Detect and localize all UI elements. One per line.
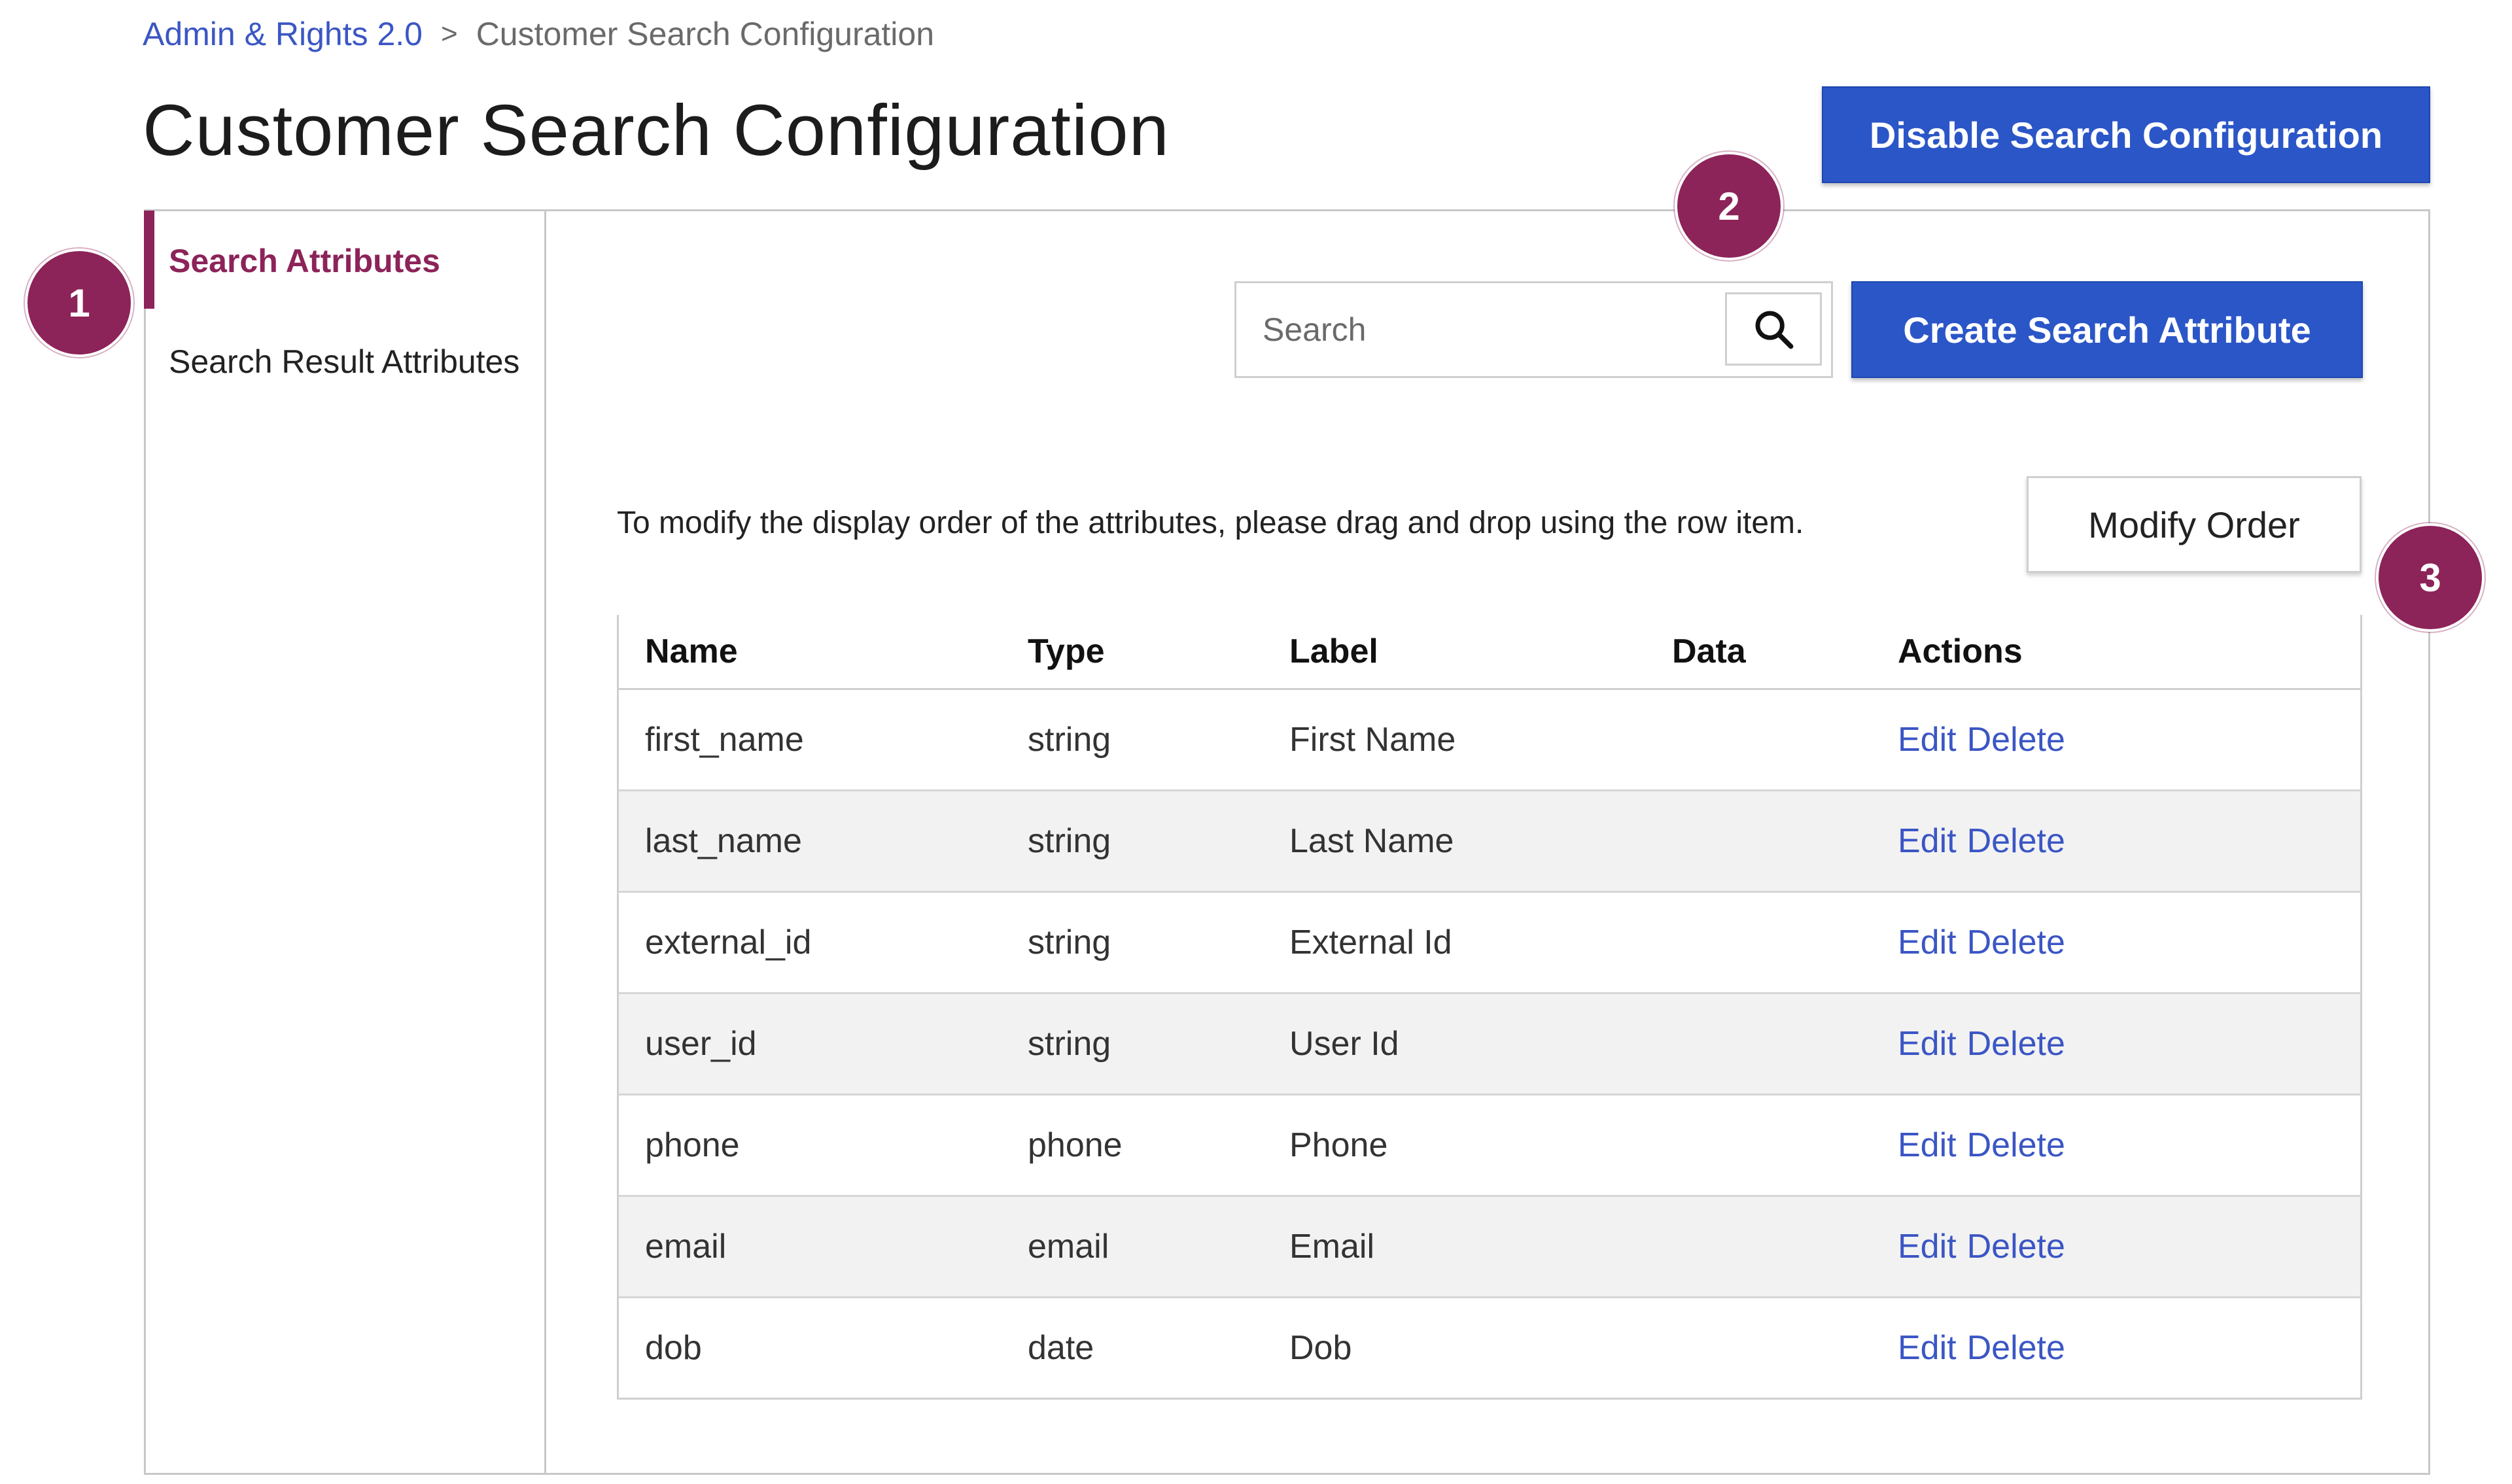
table-header-row: Name Type Label Data Actions <box>619 615 2360 690</box>
cell-name: phone <box>619 1094 1002 1196</box>
edit-link[interactable]: Edit <box>1898 1025 1957 1063</box>
table-row[interactable]: phone phone Phone Edit Delete <box>619 1094 2360 1196</box>
cell-actions: Edit Delete <box>1872 688 2360 791</box>
breadcrumb-current: Customer Search Configuration <box>476 16 935 52</box>
cell-data <box>1646 1296 1872 1398</box>
cell-data <box>1646 992 1872 1095</box>
table-row[interactable]: external_id string External Id Edit Delet… <box>619 891 2360 993</box>
annotation-badge-2: 2 <box>1675 152 1783 260</box>
table-row[interactable]: last_name string Last Name Edit Delete <box>619 789 2360 892</box>
page-title: Customer Search Configuration <box>143 90 1170 171</box>
cell-name: last_name <box>619 789 1002 892</box>
delete-link[interactable]: Delete <box>1967 923 2065 961</box>
column-header-label: Label <box>1263 615 1646 690</box>
search-field <box>1234 281 1833 378</box>
edit-link[interactable]: Edit <box>1898 1329 1957 1367</box>
delete-link[interactable]: Delete <box>1967 1025 2065 1063</box>
cell-actions: Edit Delete <box>1872 1195 2360 1298</box>
cell-data <box>1646 891 1872 993</box>
cell-label: External Id <box>1263 891 1646 993</box>
cell-type: string <box>1002 688 1263 791</box>
cell-type: string <box>1002 992 1263 1095</box>
cell-type: string <box>1002 789 1263 892</box>
search-button[interactable] <box>1725 292 1822 366</box>
sidebar-item-search-attributes[interactable]: Search Attributes <box>169 242 440 280</box>
cell-name: user_id <box>619 992 1002 1095</box>
cell-label: Dob <box>1263 1296 1646 1398</box>
cell-data <box>1646 789 1872 892</box>
column-header-name: Name <box>619 615 1002 690</box>
sidebar-active-indicator <box>144 211 154 309</box>
table-row[interactable]: email email Email Edit Delete <box>619 1195 2360 1298</box>
create-search-attribute-button[interactable]: Create Search Attribute <box>1851 281 2363 378</box>
cell-type: string <box>1002 891 1263 993</box>
column-header-data: Data <box>1646 615 1872 690</box>
cell-name: email <box>619 1195 1002 1298</box>
edit-link[interactable]: Edit <box>1898 1228 1957 1266</box>
cell-type: phone <box>1002 1094 1263 1196</box>
edit-link[interactable]: Edit <box>1898 923 1957 961</box>
delete-link[interactable]: Delete <box>1967 822 2065 860</box>
cell-label: Email <box>1263 1195 1646 1298</box>
table-row[interactable]: user_id string User Id Edit Delete <box>619 992 2360 1095</box>
cell-data <box>1646 1094 1872 1196</box>
delete-link[interactable]: Delete <box>1967 1126 2065 1164</box>
table-row[interactable]: dob date Dob Edit Delete <box>619 1296 2360 1398</box>
breadcrumb-separator-icon: > <box>440 18 458 50</box>
cell-name: first_name <box>619 688 1002 791</box>
modify-order-button[interactable]: Modify Order <box>2027 476 2362 573</box>
cell-actions: Edit Delete <box>1872 891 2360 993</box>
reorder-instruction-text: To modify the display order of the attri… <box>617 506 1804 540</box>
cell-label: Phone <box>1263 1094 1646 1196</box>
annotation-badge-3: 3 <box>2376 523 2485 632</box>
cell-type: date <box>1002 1296 1263 1398</box>
cell-actions: Edit Delete <box>1872 789 2360 892</box>
breadcrumb-link-admin-rights[interactable]: Admin & Rights 2.0 <box>143 14 423 54</box>
delete-link[interactable]: Delete <box>1967 1228 2065 1266</box>
delete-link[interactable]: Delete <box>1967 1329 2065 1367</box>
sidebar-item-search-result-attributes[interactable]: Search Result Attributes <box>169 343 519 381</box>
breadcrumb: Admin & Rights 2.0 > Customer Search Con… <box>143 14 934 54</box>
sidebar-divider <box>544 209 546 1475</box>
cell-label: User Id <box>1263 992 1646 1095</box>
cell-label: First Name <box>1263 688 1646 791</box>
disable-search-configuration-button[interactable]: Disable Search Configuration <box>1822 86 2430 183</box>
search-icon <box>1755 311 1794 349</box>
cell-type: email <box>1002 1195 1263 1298</box>
cell-name: external_id <box>619 891 1002 993</box>
attributes-table: Name Type Label Data Actions first_name … <box>617 615 2362 1400</box>
edit-link[interactable]: Edit <box>1898 1126 1957 1164</box>
edit-link[interactable]: Edit <box>1898 822 1957 860</box>
search-input[interactable] <box>1236 283 1720 376</box>
edit-link[interactable]: Edit <box>1898 721 1957 759</box>
cell-actions: Edit Delete <box>1872 992 2360 1095</box>
cell-actions: Edit Delete <box>1872 1094 2360 1196</box>
delete-link[interactable]: Delete <box>1967 721 2065 759</box>
cell-actions: Edit Delete <box>1872 1296 2360 1398</box>
cell-data <box>1646 1195 1872 1298</box>
annotation-badge-1: 1 <box>25 249 133 357</box>
cell-label: Last Name <box>1263 789 1646 892</box>
table-row[interactable]: first_name string First Name Edit Delete <box>619 688 2360 791</box>
column-header-actions: Actions <box>1872 615 2360 690</box>
column-header-type: Type <box>1002 615 1263 690</box>
cell-data <box>1646 688 1872 791</box>
cell-name: dob <box>619 1296 1002 1398</box>
